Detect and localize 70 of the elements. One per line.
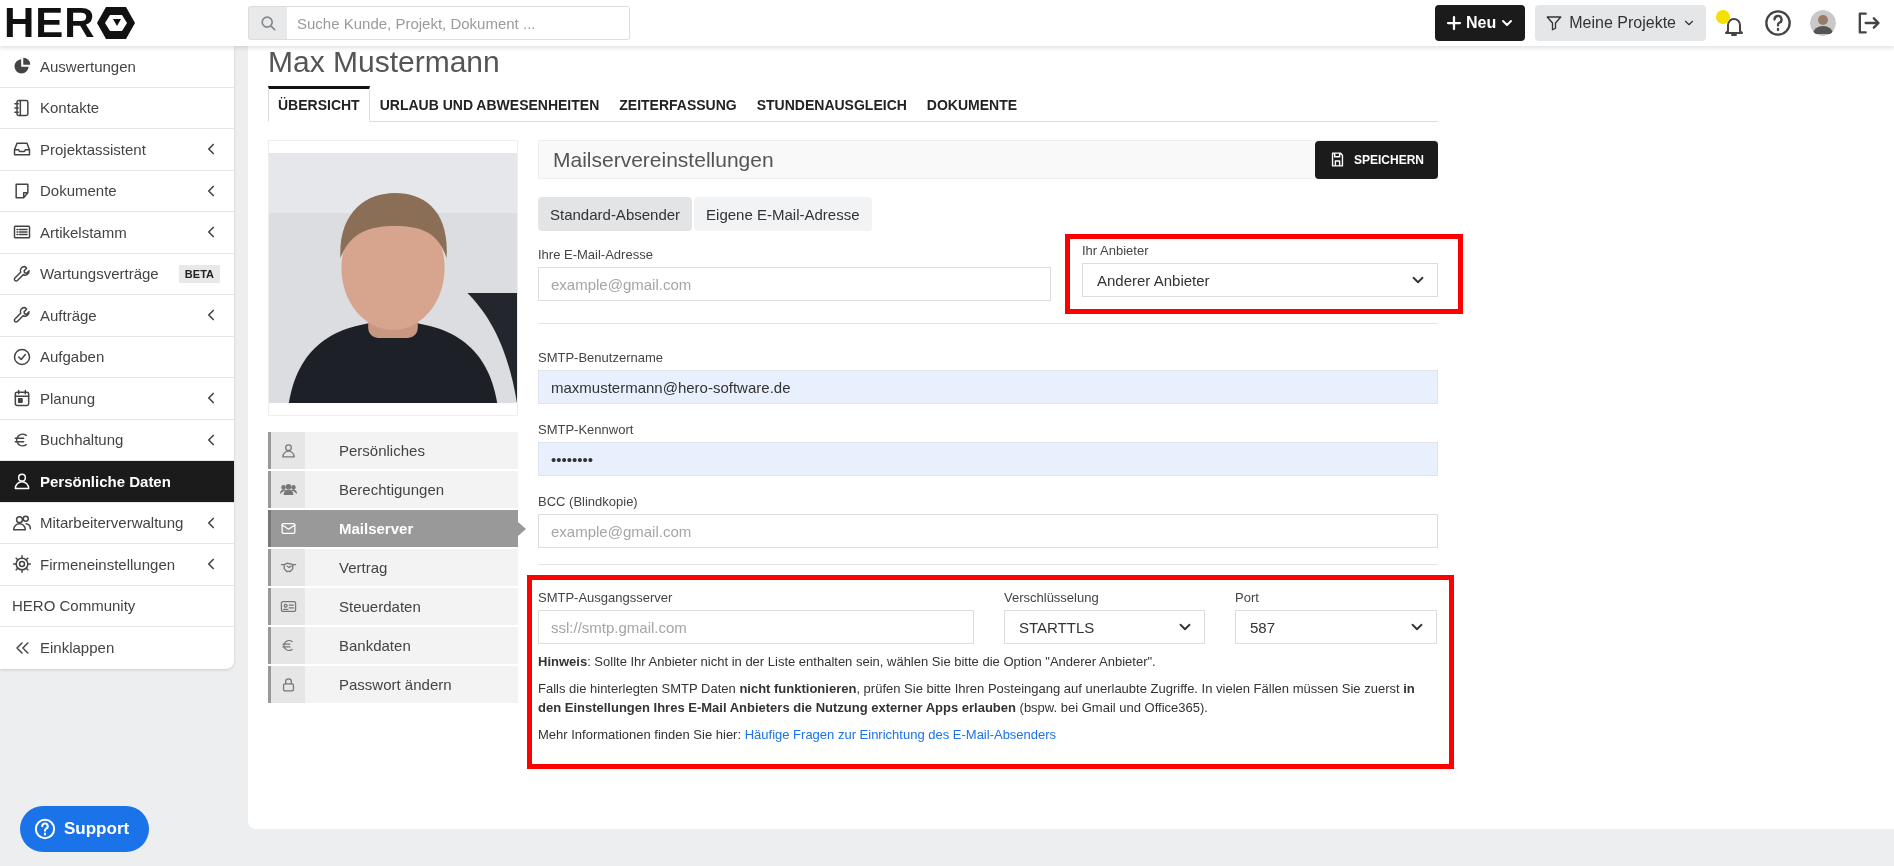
sidebar-item[interactable]: Aufgaben — [0, 336, 234, 378]
faq-link[interactable]: Häufige Fragen zur Einrichtung des E-Mail-Absenders — [744, 727, 1057, 742]
info-text: Mehr Informationen finden Sie hier: — [538, 727, 742, 742]
pointer-arrow-icon — [518, 521, 526, 536]
field-label: Ihre E-Mail-Adresse — [538, 247, 653, 262]
wrench-icon — [12, 305, 32, 326]
save-icon — [1329, 151, 1346, 168]
port-select[interactable]: 587 — [1235, 610, 1437, 644]
search-field[interactable]: Suche Kunde, Projekt, Dokument ... — [248, 6, 630, 40]
envelope-icon — [279, 520, 297, 537]
my-projects-button[interactable]: Meine Projekte — [1535, 5, 1706, 41]
sidebar-item[interactable]: Wartungsverträge BETA — [0, 253, 234, 295]
tab[interactable]: URLAUB UND ABWESENHEITEN — [369, 86, 610, 122]
field-label: SMTP-Benutzername — [538, 350, 663, 365]
page-title: Max Mustermann — [268, 44, 501, 80]
field-label: Verschlüsselung — [1004, 590, 1099, 605]
sidebar-item[interactable]: Auswertungen — [0, 46, 234, 88]
sidebar-item[interactable]: Mitarbeiterverwaltung — [0, 502, 234, 544]
username-field[interactable]: maxmustermann@hero-software.de — [538, 370, 1438, 404]
filter-icon — [1545, 14, 1564, 32]
avatar-icon[interactable] — [1810, 10, 1836, 36]
beta-badge: BETA — [178, 264, 220, 283]
sidebar-item[interactable]: Planung — [0, 378, 234, 420]
check-circle-icon — [12, 346, 32, 367]
id-card-icon — [279, 598, 297, 615]
support-button[interactable]: Support — [20, 806, 150, 852]
section-title: Mailservereinstellungen — [553, 147, 774, 172]
search-icon — [258, 13, 278, 33]
save-button[interactable]: SPEICHERN — [1315, 140, 1438, 179]
sidebar-item[interactable]: Artikelstamm — [0, 212, 234, 254]
sidebar-item[interactable]: Persönliche Daten — [0, 461, 234, 503]
gear-icon — [12, 554, 32, 575]
email-field[interactable]: example@gmail.com — [538, 267, 1051, 301]
field-label: BCC (Blindkopie) — [538, 494, 638, 509]
tab[interactable]: ZEITERFASSUNG — [609, 86, 747, 122]
help-icon — [34, 818, 56, 840]
notebook-icon — [12, 97, 32, 118]
sidebar-item[interactable]: Dokumente — [0, 170, 234, 212]
info-text: Hinweis: Sollte Ihr Anbieter nicht in der Liste enthalten sein, wählen Sie bitte die Option "Anderer Anbieter". — [538, 653, 1157, 671]
person-icon — [12, 471, 32, 492]
password-field[interactable]: •••••••• — [538, 442, 1438, 476]
logo-icon — [95, 5, 136, 41]
provider-select[interactable]: Anderer Anbieter — [1082, 263, 1438, 297]
bcc-field[interactable]: example@gmail.com — [538, 514, 1438, 548]
group-icon — [279, 481, 297, 498]
info-text: Falls die hinterlegten SMTP Daten nicht funktionieren, prüfen Sie bitte Ihren Posteingang auf unerlaubte Zugriffe. In vielen Fällen müssen Sie zuerst in den Einstellungen Ihres E-Mail Anbieters die Nutzung externer Apps erlauben (bspw. bei Gmail und Office365). — [538, 680, 1416, 717]
sidebar-item[interactable]: Projektassistent — [0, 129, 234, 171]
sidebar-item[interactable]: Aufträge — [0, 295, 234, 337]
person-icon — [279, 442, 297, 459]
server-field[interactable]: ssl://smtp.gmail.com — [538, 610, 974, 644]
logo-text: HER — [4, 2, 96, 44]
sidebar-item[interactable]: Kontakte — [0, 87, 234, 129]
new-button[interactable]: Neu — [1435, 5, 1526, 41]
help-icon — [1764, 9, 1792, 37]
calendar-icon — [12, 388, 32, 409]
tab[interactable]: ÜBERSICHT — [268, 86, 370, 122]
encryption-select[interactable]: STARTTLS — [1004, 610, 1205, 644]
wrench-icon — [12, 263, 32, 284]
field-label: SMTP-Kennwort — [538, 422, 634, 437]
tab[interactable]: DOKUMENTE — [916, 86, 1028, 122]
sender-option[interactable]: Eigene E-Mail-Adresse — [694, 197, 872, 231]
sidebar-item[interactable]: Einklappen — [0, 627, 234, 669]
sender-option[interactable]: Standard-Absender — [538, 197, 693, 231]
field-label: SMTP-Ausgangsserver — [538, 590, 673, 605]
tab[interactable]: STUNDENAUSGLEICH — [746, 86, 917, 122]
plus-icon — [1445, 14, 1464, 32]
field-label: Port — [1235, 590, 1259, 605]
sidebar-item[interactable]: HERO Community — [0, 585, 234, 627]
field-label: Ihr Anbieter — [1082, 243, 1149, 258]
sidebar-item[interactable]: Firmeneinstellungen — [0, 544, 234, 586]
